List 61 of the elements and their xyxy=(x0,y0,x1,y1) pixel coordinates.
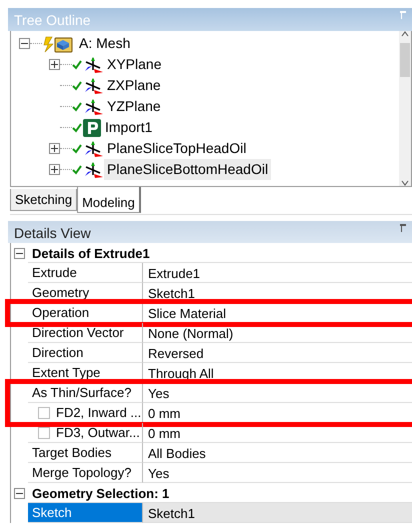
panel-title: Details View xyxy=(14,224,91,241)
scroll-up-icon xyxy=(401,31,409,37)
check-icon xyxy=(72,60,82,70)
checkbox[interactable] xyxy=(38,426,50,438)
tree-item[interactable]: PlaneSliceTopHeadOil xyxy=(104,138,250,159)
property-value: Through All xyxy=(143,363,412,383)
property-value: Slice Material xyxy=(143,303,412,323)
check-icon xyxy=(72,122,82,132)
tab[interactable]: Sketching xyxy=(10,189,78,211)
tree-item[interactable]: PlaneSliceBottomHeadOil xyxy=(104,159,272,180)
property-label[interactable]: Geometry xyxy=(32,282,90,302)
expand-toggle[interactable] xyxy=(49,59,60,70)
property-label[interactable]: Extrude xyxy=(32,262,77,282)
check-icon xyxy=(72,164,82,174)
property-value: Yes xyxy=(143,463,412,483)
expand-toggle[interactable] xyxy=(49,143,60,154)
property-value: 0 mm xyxy=(143,423,412,443)
axes-icon xyxy=(82,160,104,178)
panel-title: Tree Outline xyxy=(14,11,91,29)
tree-item[interactable]: ZXPlane xyxy=(104,75,164,96)
property-label[interactable]: As Thin/Surface? xyxy=(32,382,132,402)
property-label[interactable]: FD2, Inward ... xyxy=(56,402,142,422)
pin-icon xyxy=(400,10,406,20)
check-icon xyxy=(72,144,82,154)
checkbox[interactable] xyxy=(38,406,50,418)
axes-icon xyxy=(82,140,104,158)
property-value: 0 mm xyxy=(143,403,412,423)
check-icon xyxy=(72,80,82,90)
tree-item[interactable]: Import1 xyxy=(102,117,156,138)
expand-toggle[interactable] xyxy=(19,38,30,49)
pin-icon xyxy=(400,223,406,233)
tree-item[interactable]: YZPlane xyxy=(104,96,164,117)
property-label[interactable]: FD3, Outwar... xyxy=(56,422,140,442)
property-label[interactable]: Extent Type xyxy=(32,362,100,382)
property-label[interactable]: Direction xyxy=(32,342,84,362)
expand-toggle[interactable] xyxy=(14,488,25,498)
p-icon xyxy=(82,118,102,138)
axes-icon xyxy=(82,76,104,94)
axes-icon xyxy=(82,56,104,74)
tree-item[interactable]: A: Mesh xyxy=(76,33,134,54)
property-value: Reversed xyxy=(143,343,412,363)
group-header[interactable]: Details of Extrude1 xyxy=(28,243,412,263)
scroll-thumb[interactable] xyxy=(400,43,410,77)
property-value: All Bodies xyxy=(143,443,412,463)
tab[interactable]: Modeling xyxy=(77,187,141,213)
property-label[interactable]: Operation xyxy=(32,302,90,322)
property-label[interactable]: Target Bodies xyxy=(32,442,112,462)
scrollbar[interactable] xyxy=(399,31,411,186)
expand-toggle[interactable] xyxy=(14,248,25,258)
property-label[interactable]: Direction Vector xyxy=(32,322,124,342)
property-value: Sketch1 xyxy=(143,503,412,523)
property-label[interactable]: Merge Topology? xyxy=(32,462,132,482)
tree-item[interactable]: XYPlane xyxy=(104,54,164,75)
check-icon xyxy=(72,102,82,112)
property-value: Extrude1 xyxy=(143,263,412,283)
property-value: Yes xyxy=(143,383,412,403)
scroll-down-icon xyxy=(401,180,409,186)
property-value: Sketch1 xyxy=(143,283,412,303)
axes-icon xyxy=(82,98,104,116)
expand-toggle[interactable] xyxy=(49,164,60,175)
property-value: None (Normal) xyxy=(143,323,412,343)
